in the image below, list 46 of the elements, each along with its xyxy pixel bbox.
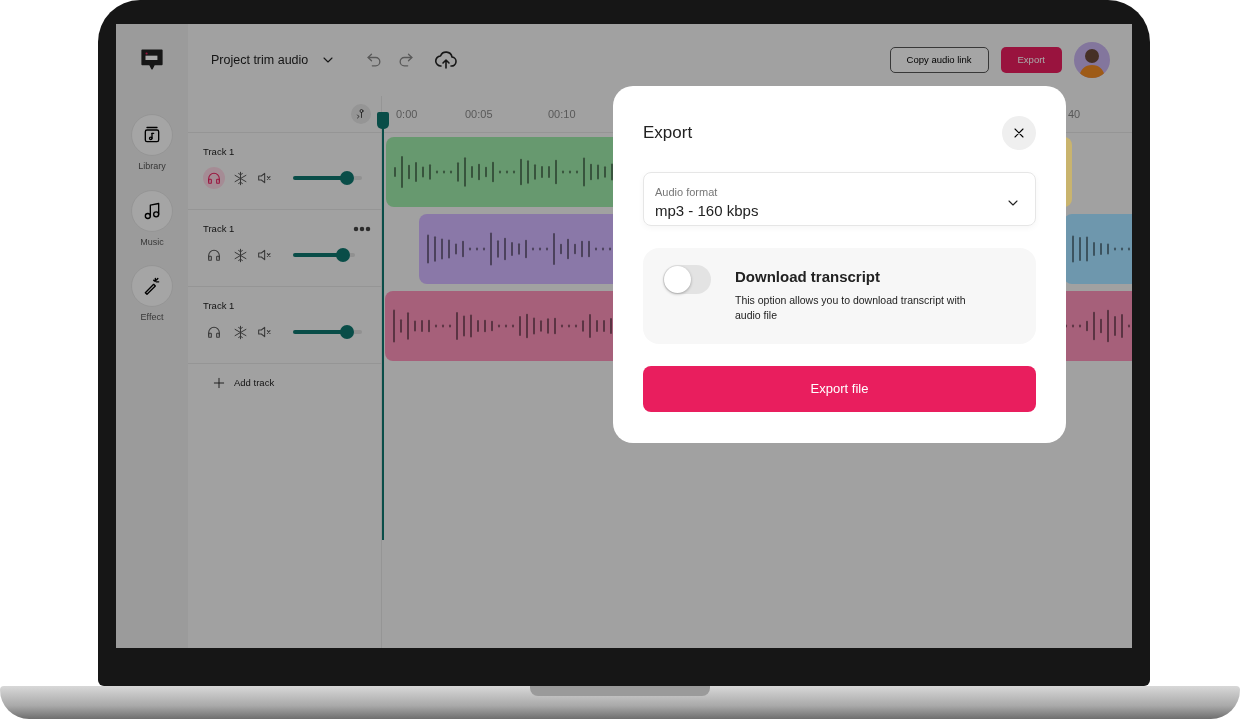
snowflake-icon[interactable] xyxy=(233,324,248,340)
format-select[interactable]: Audio format mp3 - 160 kbps xyxy=(643,172,1036,226)
time-label: 40 xyxy=(1068,107,1081,122)
headphones-icon xyxy=(206,247,222,263)
export-file-button[interactable]: Export file xyxy=(643,366,1036,412)
rail-label: Music xyxy=(140,235,164,249)
time-label: 00:10 xyxy=(548,107,576,122)
mute-icon[interactable] xyxy=(256,324,272,340)
avatar[interactable] xyxy=(1074,42,1110,78)
mute-icon[interactable] xyxy=(256,247,272,263)
snowflake-icon[interactable] xyxy=(233,170,248,186)
library-icon xyxy=(142,125,162,145)
audio-clip[interactable] xyxy=(1064,214,1132,284)
track-name: Track 1 xyxy=(203,221,235,236)
snowflake-icon[interactable] xyxy=(233,247,248,263)
more-icon[interactable] xyxy=(353,226,371,232)
music-icon xyxy=(142,200,162,221)
option-title: Download transcript xyxy=(735,267,881,287)
track-name: Track 1 xyxy=(203,298,235,313)
option-description: This option allows you to download transcript with audio file xyxy=(735,292,967,324)
add-track-button[interactable]: Add track xyxy=(188,364,275,391)
slider-thumb[interactable] xyxy=(335,248,350,262)
plus-icon xyxy=(212,376,226,391)
effect-icon xyxy=(142,276,162,296)
copy-link-button[interactable]: Copy audio link xyxy=(889,47,989,73)
time-label: 00:05 xyxy=(465,107,493,122)
mute-icon[interactable] xyxy=(256,170,272,186)
headphones-icon xyxy=(206,324,222,340)
track-name: Track 1 xyxy=(203,144,235,159)
transcript-toggle[interactable] xyxy=(663,265,711,294)
dialog-title: Export xyxy=(643,122,693,144)
snap-button[interactable] xyxy=(351,104,371,124)
slider-thumb[interactable] xyxy=(339,325,354,339)
slider-thumb[interactable] xyxy=(339,171,354,185)
field-value: mp3 - 160 kbps xyxy=(655,201,759,221)
headphones-icon xyxy=(206,170,222,186)
close-button[interactable] xyxy=(1002,116,1036,150)
rail-label: Effect xyxy=(140,311,164,324)
export-button[interactable]: Export xyxy=(1000,47,1062,73)
rail-label: Library xyxy=(138,160,166,173)
project-title: Project trim audio xyxy=(211,51,309,69)
time-label: 0:00 xyxy=(396,107,418,122)
headphones-button[interactable] xyxy=(203,167,225,189)
pin-icon xyxy=(355,108,367,120)
field-label: Audio format xyxy=(655,184,719,200)
cloud-upload-icon[interactable] xyxy=(434,48,459,72)
